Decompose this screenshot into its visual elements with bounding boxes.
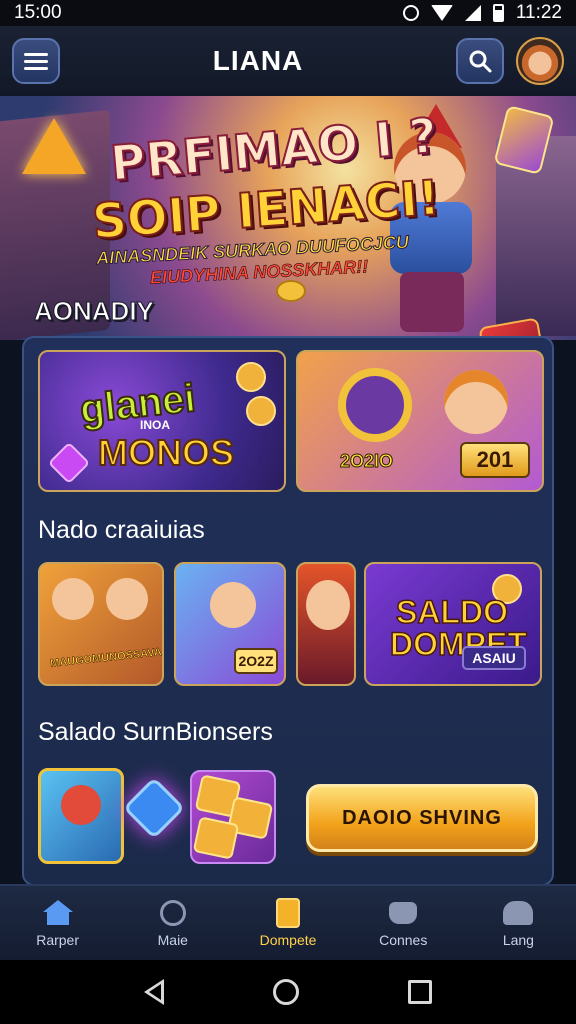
home-circle-icon[interactable] [272,979,299,1005]
cta-button[interactable]: DAOIO SHVING [306,784,538,852]
nav-label: Lang [502,931,534,948]
games-panel: glanei INOA MONOS 2O2IO 201 Nado craaiui… [22,336,554,886]
profile-avatar[interactable] [515,37,564,85]
gem-icon [47,441,91,485]
tile-title: glanei [77,375,199,433]
nav-label: Rarper [36,931,79,948]
gem-icon[interactable] [122,776,186,840]
game-tile[interactable]: 2O2Z [174,562,286,686]
nav-label: Maie [157,931,188,948]
nav-item-home[interactable]: Rarper [0,886,115,960]
tile-title: MONOS [97,431,235,474]
system-nav-bar [0,960,576,1024]
gem-icon [192,816,240,860]
nav-label: Connes [379,931,428,948]
back-icon[interactable] [144,979,165,1005]
tile-badge: 2O2Z [234,648,278,674]
coin-icon [239,389,283,433]
app-title: LIANA [212,45,304,76]
app-header: LIANA [0,26,576,96]
game-tile[interactable] [190,770,276,864]
nav-item-lang[interactable]: Lang [461,886,576,960]
tile-badge: ASAIU [462,646,526,670]
status-icons: 11:22 [402,2,562,24]
character-icon [106,578,148,620]
bottom-nav: Rarper Maie Dompete Connes Lang [0,884,576,960]
warning-sign-icon [22,118,86,174]
search-button[interactable] [455,38,504,84]
hero-section-label: AONADIY [34,296,155,327]
cell-signal-icon [464,5,481,21]
recent-apps-icon[interactable] [407,980,432,1004]
character-icon [52,578,94,620]
alarm-icon [402,5,419,21]
tile-badge: 201 [460,442,530,478]
battery-icon [492,4,504,22]
coin-icon [276,280,306,302]
section-title: Salado SurnBionsers [38,718,273,746]
hamburger-icon [24,49,48,74]
nav-item-games[interactable]: Connes [346,886,461,960]
status-right-time: 11:22 [515,2,562,23]
wheel-icon [338,368,412,442]
character-icon [444,370,508,434]
status-bar: 15:00 11:22 [0,0,576,26]
game-icon [389,901,418,924]
section-title: Nado craaiuias [38,516,205,544]
coin-icon [229,355,273,399]
featured-game-tile[interactable]: glanei INOA MONOS [38,350,286,492]
music-icon [159,899,186,926]
game-tile[interactable] [38,768,124,864]
tile-label: MAUGOMUNOSSAVA [49,646,163,670]
character-icon [306,580,350,630]
hero-banner[interactable]: PRFIMAO I ? SOIP IENACI! AINASNDEIK SURK… [0,96,576,340]
game-tile[interactable]: MAUGOMUNOSSAVA [38,562,164,686]
wifi-icon [430,5,453,21]
tile-code: 2O2IO [339,451,394,472]
search-icon [469,50,492,73]
home-icon [42,899,73,927]
menu-button[interactable] [12,38,60,84]
saldo-dompet-tile[interactable]: SALDO DOMPET ASAIU [364,562,542,686]
game-tile[interactable] [296,562,356,686]
document-icon [276,897,300,928]
nav-item-dompete[interactable]: Dompete [230,886,345,960]
nav-label: Dompete [259,931,317,948]
tile-subtitle: INOA [140,418,170,432]
featured-game-tile[interactable]: 2O2IO 201 [296,350,544,492]
character-icon [210,582,256,628]
users-icon [503,900,534,925]
nav-item-music[interactable]: Maie [115,886,230,960]
status-time: 15:00 [14,2,62,23]
character-icon [61,785,101,825]
